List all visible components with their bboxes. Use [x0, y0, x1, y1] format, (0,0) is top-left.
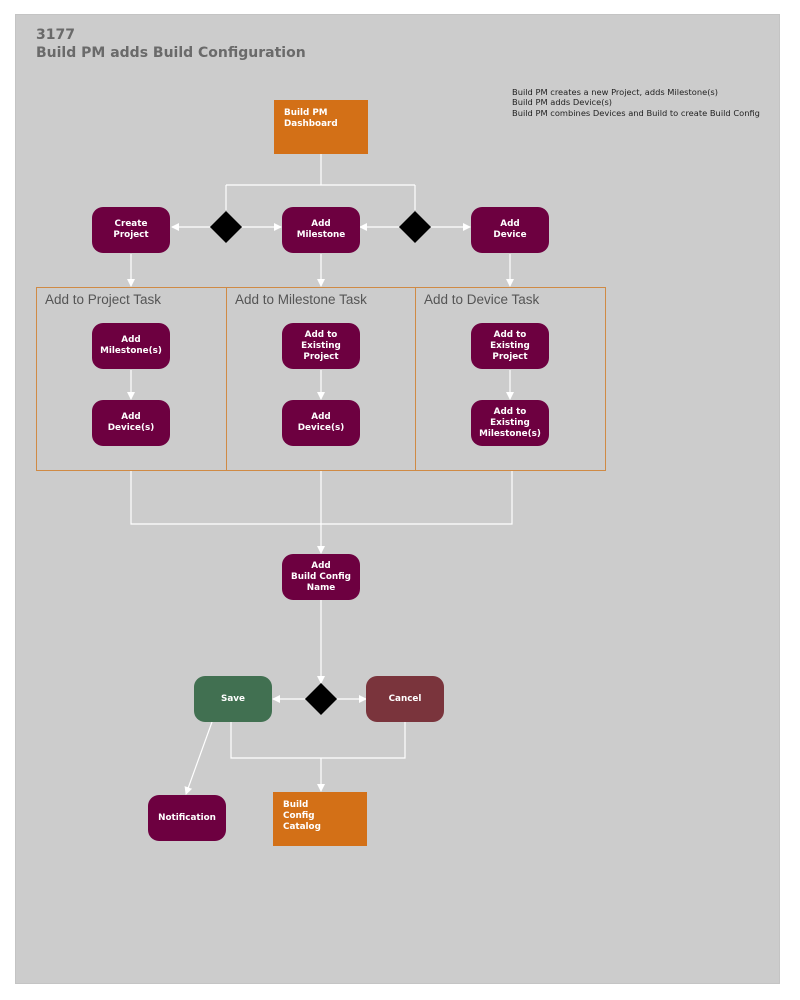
create-project-node: Create Project: [92, 207, 170, 253]
notification-node: Notification: [148, 795, 226, 841]
connector: [230, 722, 406, 759]
add-device-node: Add Device: [471, 207, 549, 253]
build-pm-dashboard-node: Build PM Dashboard: [274, 100, 368, 154]
add-milestones-node: Add Milestone(s): [92, 323, 170, 369]
save-node: Save: [194, 676, 272, 722]
build-config-catalog-node: Build Config Catalog: [273, 792, 367, 846]
add-to-existing-milestones-node: Add to Existing Milestone(s): [471, 400, 549, 446]
add-to-existing-project-node: Add to Existing Project: [282, 323, 360, 369]
decision-diamond: [305, 683, 337, 715]
decision-diamond: [399, 211, 431, 243]
connector: [225, 154, 416, 210]
add-build-config-name-node: Add Build Config Name: [282, 554, 360, 600]
add-devices-node: Add Device(s): [282, 400, 360, 446]
connectors: [127, 154, 514, 795]
add-to-existing-project-node: Add to Existing Project: [471, 323, 549, 369]
cancel-node: Cancel: [366, 676, 444, 722]
connector: [184, 721, 213, 795]
add-milestone-node: Add Milestone: [282, 207, 360, 253]
add-devices-node: Add Device(s): [92, 400, 170, 446]
decision-diamond: [210, 211, 242, 243]
